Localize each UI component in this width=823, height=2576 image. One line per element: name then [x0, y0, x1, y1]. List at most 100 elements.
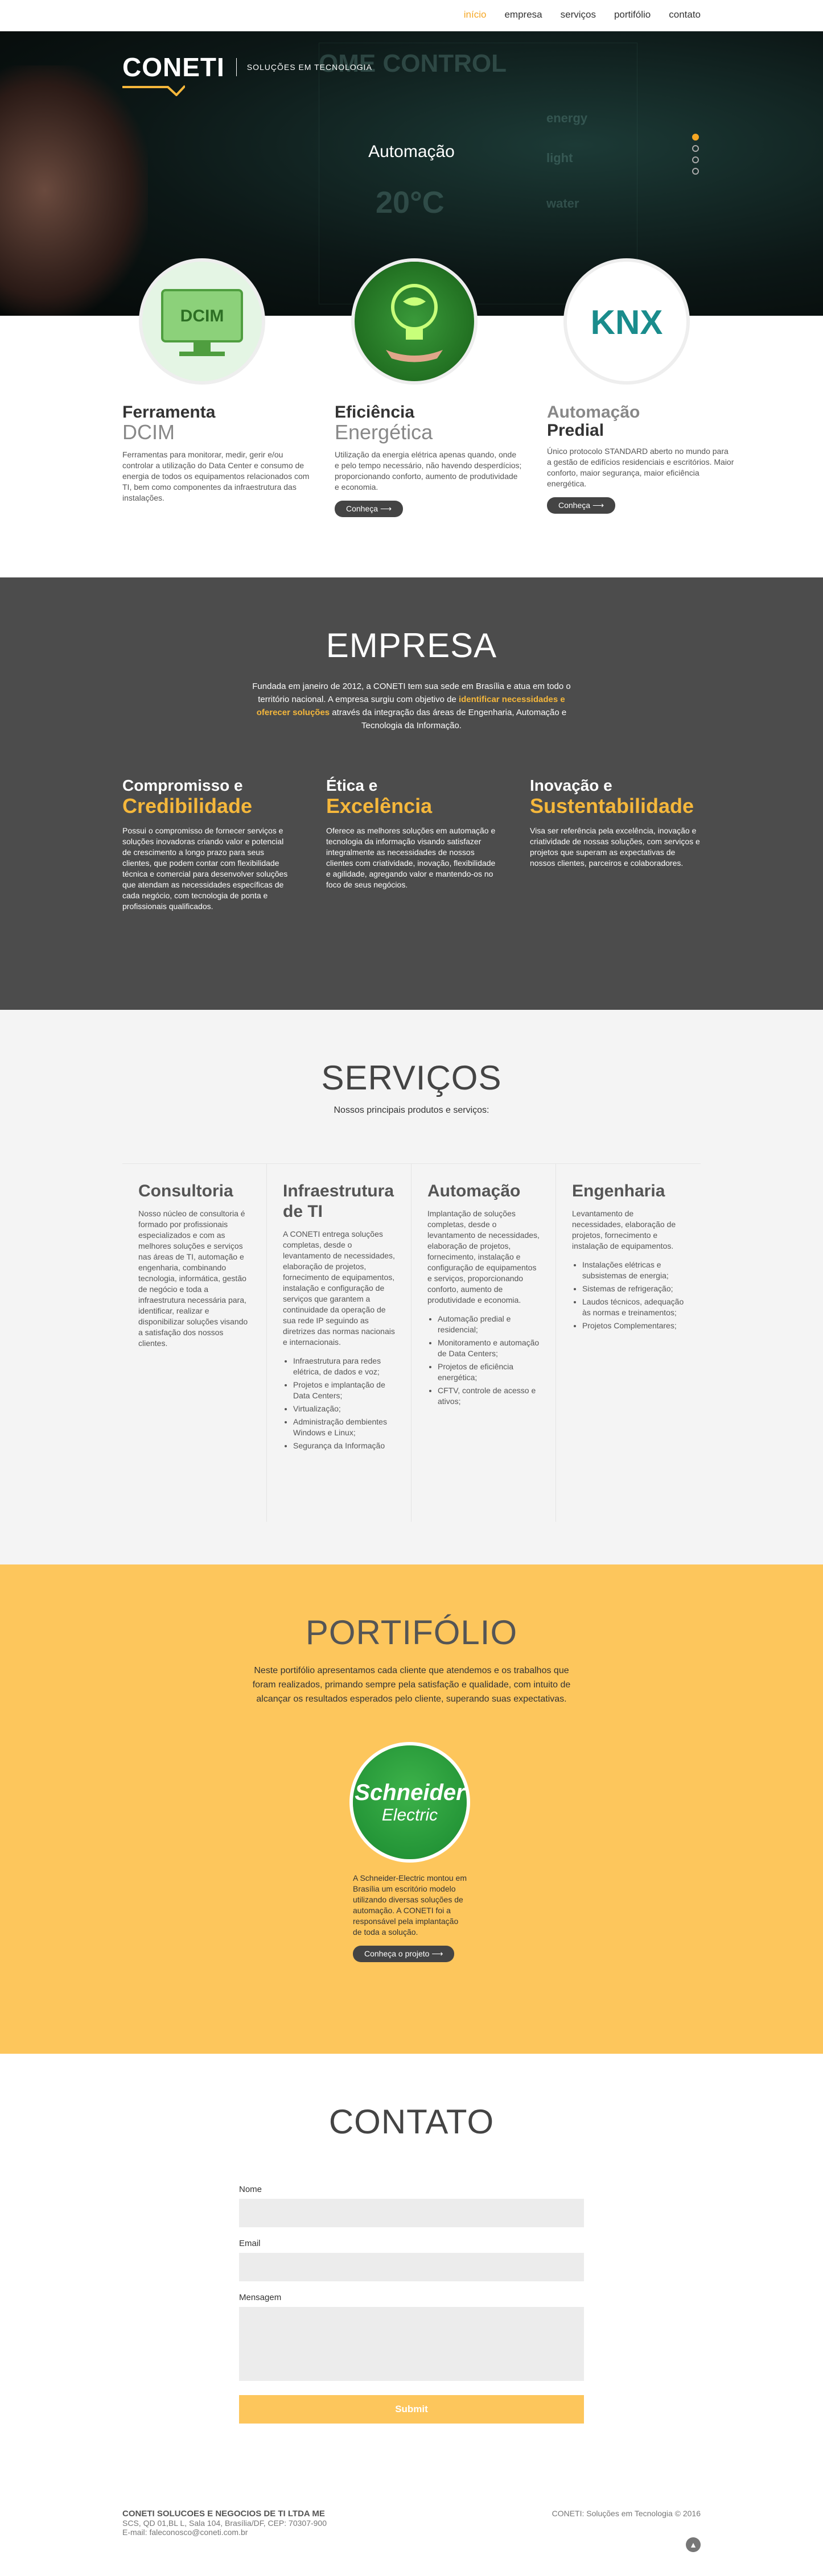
- value-inovacao: Inovação e Sustentabilidade Visa ser refe…: [530, 777, 701, 912]
- monitor-icon: DCIM: [161, 289, 243, 356]
- value-compromisso: Compromisso e Credibilidade Possui o comp…: [122, 777, 293, 912]
- nav-item-empresa[interactable]: empresa: [504, 9, 542, 20]
- service-title: Automação: [427, 1182, 521, 1200]
- nav-item-contato[interactable]: contato: [669, 9, 701, 20]
- list-item: Automação predial e residencial;: [438, 1314, 540, 1335]
- conheca-eficiencia-button[interactable]: Conheça ⟶: [335, 501, 404, 517]
- service-consultoria: Consultoria Nosso núcleo de consultoria …: [122, 1164, 267, 1522]
- service-list: Automação predial e residencial; Monitor…: [438, 1314, 540, 1407]
- slider-dot[interactable]: [692, 134, 699, 141]
- knx-logo-text: KNX: [591, 303, 663, 341]
- email-field[interactable]: [239, 2253, 584, 2281]
- dcim-icon-label: DCIM: [180, 307, 224, 325]
- list-item: Laudos técnicos, adequação às normas e t…: [582, 1297, 685, 1318]
- coneti-logo[interactable]: CONETI SOLUÇÕES EM TECNOLOGIA: [122, 52, 372, 96]
- message-field[interactable]: [239, 2307, 584, 2381]
- hero-bg-text: energy: [546, 111, 588, 125]
- contato-title: CONTATO: [328, 2103, 495, 2141]
- slider-dot[interactable]: [692, 168, 699, 175]
- contact-form: Nome Email Mensagem Submit: [239, 2185, 584, 2424]
- value-title-highlight: Sustentabilidade: [530, 794, 694, 818]
- logo-text: Electric: [381, 1805, 438, 1824]
- back-to-top-icon[interactable]: ▲: [686, 2537, 701, 2552]
- feature-text: Ferramentas para monitorar, medir, gerir…: [122, 450, 310, 502]
- logo-swoosh-icon: [122, 85, 185, 96]
- service-engenharia: Engenharia Levantamento de necessidades,…: [556, 1164, 701, 1522]
- feature-automacao: KNX Automação Predial Único protocolo STA…: [547, 262, 735, 514]
- empresa-section: EMPRESA Fundada em janeiro de 2012, a CO…: [0, 577, 823, 1010]
- feature-title: Eficiência Energética: [335, 404, 522, 443]
- lightbulb-icon: [386, 284, 443, 362]
- list-item: Instalações elétricas e subsistemas de e…: [582, 1260, 685, 1281]
- name-label: Nome: [239, 2185, 262, 2194]
- service-text: Nosso núcleo de consultoria é formado po…: [138, 1209, 248, 1348]
- empresa-title: EMPRESA: [326, 626, 497, 664]
- list-item: Projetos Complementares;: [582, 1320, 685, 1331]
- button-label: Conheça: [346, 504, 378, 513]
- knx-logo-icon: KNX: [591, 303, 663, 341]
- button-label: Conheça: [558, 501, 591, 510]
- value-title-line: Inovação e: [530, 777, 612, 794]
- service-list: Infraestrutura para redes elétrica, de d…: [293, 1356, 395, 1451]
- feature-title-line: Ferramenta: [122, 403, 216, 422]
- value-title-line: Compromisso e: [122, 777, 243, 794]
- portfolio-card-text: A Schneider-Electric montou em Brasília …: [353, 1873, 467, 1937]
- hero-slide-title: Automação: [368, 142, 455, 161]
- footer-street: SCS, QD 01,BL L, Sala 104, Brasília/DF, …: [122, 2519, 327, 2528]
- list-item: Monitoramento e automação de Data Center…: [438, 1337, 540, 1359]
- list-item: Projetos de eficiência energética;: [438, 1361, 540, 1383]
- list-item: Segurança da Informação: [293, 1440, 395, 1451]
- conheca-automacao-button[interactable]: Conheça ⟶: [547, 497, 616, 514]
- slider-dot[interactable]: [692, 156, 699, 163]
- servicos-title: SERVIÇOS: [321, 1059, 502, 1097]
- nav-menu: início empresa serviços portifólio conta…: [464, 9, 701, 20]
- feature-title: Ferramenta DCIM: [122, 404, 310, 443]
- dcim-image: DCIM: [142, 262, 262, 381]
- feature-text: Único protocolo STANDARD aberto no mundo…: [547, 447, 734, 488]
- servicos-subtitle: Nossos principais produtos e serviços:: [334, 1105, 489, 1115]
- nav-item-portifolio[interactable]: portifólio: [614, 9, 651, 20]
- name-field[interactable]: [239, 2199, 584, 2227]
- email-label: Email: [239, 2239, 261, 2248]
- feature-text: Utilização da energia elétrica apenas qu…: [335, 450, 522, 492]
- conheca-projeto-button[interactable]: Conheça o projeto ⟶: [353, 1946, 455, 1962]
- nav-item-servicos[interactable]: serviços: [561, 9, 596, 20]
- portfolio-section: PORTIFÓLIO Neste portifólio apresentamos…: [0, 1564, 823, 2054]
- portfolio-title: PORTIFÓLIO: [305, 1613, 518, 1652]
- message-label: Mensagem: [239, 2293, 282, 2302]
- lightbulb-image: [355, 262, 474, 381]
- service-text: A CONETI entrega soluções completas, des…: [283, 1229, 395, 1347]
- submit-button[interactable]: Submit: [239, 2395, 584, 2424]
- feature-title-line: Eficiência: [335, 403, 415, 422]
- contato-section: CONTATO Nome Email Mensagem Submit: [0, 2054, 823, 2452]
- service-infraestrutura: Infraestrutura de TI A CONETI entrega so…: [267, 1164, 412, 1522]
- empresa-values: Compromisso e Credibilidade Possui o comp…: [122, 777, 701, 912]
- nav-item-inicio[interactable]: início: [464, 9, 487, 20]
- slider-dot[interactable]: [692, 145, 699, 152]
- value-title-line: Ética e: [326, 777, 378, 794]
- footer-email[interactable]: E-mail: faleconosco@coneti.com.br: [122, 2528, 701, 2537]
- portfolio-intro: Neste portifólio apresentamos cada clien…: [252, 1666, 571, 1704]
- footer: CONETI SOLUCOES E NEGOCIOS DE TI LTDA ME…: [122, 2509, 701, 2566]
- list-item: Virtualização;: [293, 1403, 395, 1414]
- service-text: Levantamento de necessidades, elaboração…: [572, 1209, 676, 1250]
- logo-text: Schneider: [355, 1780, 465, 1805]
- portfolio-card: Schneider Electric A Schneider-Electric …: [353, 1745, 467, 1962]
- service-list: Instalações elétricas e subsistemas de e…: [582, 1260, 685, 1331]
- value-title: Inovação e Sustentabilidade: [530, 777, 701, 818]
- value-etica: Ética e Excelência Oferece as melhores so…: [326, 777, 497, 912]
- value-text: Visa ser referência pela excelência, ino…: [530, 826, 700, 868]
- value-title-highlight: Credibilidade: [122, 794, 253, 818]
- top-navbar: início empresa serviços portifólio conta…: [0, 0, 823, 31]
- feature-eficiencia: Eficiência Energética Utilização da energ…: [335, 262, 522, 517]
- feature-title-big: Energética: [335, 420, 433, 444]
- list-item: Administração dembientes Windows e Linux…: [293, 1417, 395, 1438]
- list-item: Infraestrutura para redes elétrica, de d…: [293, 1356, 395, 1377]
- service-title: Infraestrutura de TI: [283, 1182, 394, 1221]
- arrow-right-icon: ⟶: [431, 1949, 443, 1958]
- schneider-logo[interactable]: Schneider Electric: [353, 1745, 467, 1859]
- logo-wordmark: CONETI: [122, 52, 225, 82]
- servicos-columns: Consultoria Nosso núcleo de consultoria …: [122, 1163, 701, 1522]
- service-text: Implantação de soluções completas, desde…: [427, 1209, 540, 1304]
- knx-logo-image: KNX: [567, 262, 686, 381]
